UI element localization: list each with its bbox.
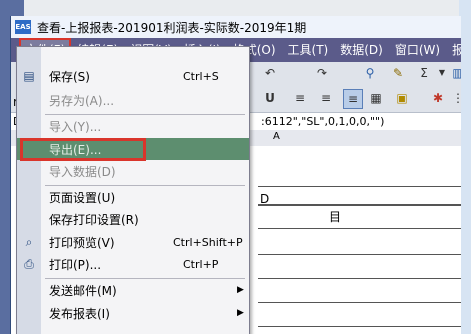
title-bar: EAS 查看-上报报表-201901利润表-实际数-2019年1期 xyxy=(11,16,461,38)
menu-item-shortcut: Ctrl+P xyxy=(183,257,219,271)
menu-item-page-setup[interactable]: 页面设置(U) xyxy=(17,186,249,208)
screenshot-frame: EAS 查看-上报报表-201901利润表-实际数-2019年1期 文件(F) … xyxy=(0,0,471,334)
autosum-icon[interactable]: Σ xyxy=(415,64,433,82)
menu-item-shortcut: Ctrl+S xyxy=(183,69,219,83)
redo-icon[interactable]: ↷ xyxy=(313,64,331,82)
grid-line xyxy=(258,228,461,229)
menu-item-publish-report[interactable]: 发布报表(I) ▶ xyxy=(17,302,249,324)
grid-line xyxy=(258,186,461,187)
link-icon[interactable]: ⚲ xyxy=(361,64,379,82)
menu-item-save-as[interactable]: 另存为(A)... xyxy=(17,89,249,111)
menu-item-label: 发送邮件(M) xyxy=(49,283,117,298)
menu-item-label: 发布报表(I) xyxy=(49,306,110,321)
menu-item-label: 导入数据(D) xyxy=(49,164,116,179)
undo-icon[interactable]: ↶ xyxy=(261,64,279,82)
menu-item-save-print-settings[interactable]: 保存打印设置(R) xyxy=(17,208,249,230)
menu-item-import[interactable]: 导入(Y)... xyxy=(17,115,249,137)
printer-icon: ⎙ xyxy=(24,257,34,271)
export-highlight-box xyxy=(20,138,146,161)
menu-item-label: 保存(S) xyxy=(49,69,90,84)
grid-line xyxy=(258,278,461,279)
menu-tools[interactable]: 工具(T) xyxy=(282,40,335,60)
grid-line xyxy=(258,326,461,327)
cell-text: 目 xyxy=(329,210,342,224)
menu-item-send-mail[interactable]: 发送邮件(M) ▶ xyxy=(17,279,249,301)
align-right-icon[interactable]: ≡ xyxy=(343,89,363,109)
pen-icon[interactable]: ✎ xyxy=(389,64,407,82)
lock-icon[interactable]: ▣ xyxy=(393,89,411,107)
menu-item-import-data[interactable]: 导入数据(D) xyxy=(17,160,249,182)
grid-line xyxy=(258,254,461,255)
menu-item-label: 保存打印设置(R) xyxy=(49,212,139,227)
app-icon: EAS xyxy=(15,20,31,34)
formula-input[interactable]: :6112","SL",0,1,0,0,"") xyxy=(261,113,384,131)
menu-item-print-preview[interactable]: ⌕ 打印预览(V) Ctrl+Shift+P xyxy=(17,231,249,253)
menu-item-label: 页面设置(U) xyxy=(49,190,116,205)
file-menu-dropdown: ▤ 保存(S) Ctrl+S 另存为(A)... 导入(Y)... 导出(E).… xyxy=(16,46,250,334)
column-header-a[interactable]: A xyxy=(273,131,280,142)
menu-item-label: 另存为(A)... xyxy=(49,93,115,108)
align-left-icon[interactable]: ≡ xyxy=(291,89,309,107)
menu-item-label: 打印预览(V) xyxy=(49,235,115,250)
chart-icon[interactable]: ▥ xyxy=(449,64,461,82)
menu-data[interactable]: 数据(D) xyxy=(334,40,389,60)
menu-item-label: 导入(Y)... xyxy=(49,119,102,134)
cell-text: D xyxy=(260,192,270,206)
save-icon: ▤ xyxy=(23,69,35,83)
underline-icon[interactable]: U xyxy=(261,89,279,107)
menu-item-save[interactable]: ▤ 保存(S) Ctrl+S xyxy=(17,65,249,87)
menu-item-label: 打印(P)... xyxy=(49,257,102,272)
menu-report[interactable]: 报 xyxy=(446,40,461,60)
print-preview-icon: ⌕ xyxy=(25,235,33,249)
format-icon[interactable]: ✱ xyxy=(429,89,447,107)
menu-window[interactable]: 窗口(W) xyxy=(389,40,446,60)
menu-item-print[interactable]: ⎙ 打印(P)... Ctrl+P xyxy=(17,253,249,275)
grid-line xyxy=(258,204,461,206)
window-title: 查看-上报报表-201901利润表-实际数-2019年1期 xyxy=(37,20,307,35)
align-center-icon[interactable]: ≡ xyxy=(317,89,335,107)
grid-line xyxy=(258,302,461,303)
submenu-arrow-icon: ▶ xyxy=(237,308,244,318)
menu-item-shortcut: Ctrl+Shift+P xyxy=(173,235,243,249)
submenu-arrow-icon: ▶ xyxy=(237,285,244,295)
more-icon[interactable]: ⋮ xyxy=(449,89,461,107)
merge-cells-icon[interactable]: ▦ xyxy=(367,89,385,107)
